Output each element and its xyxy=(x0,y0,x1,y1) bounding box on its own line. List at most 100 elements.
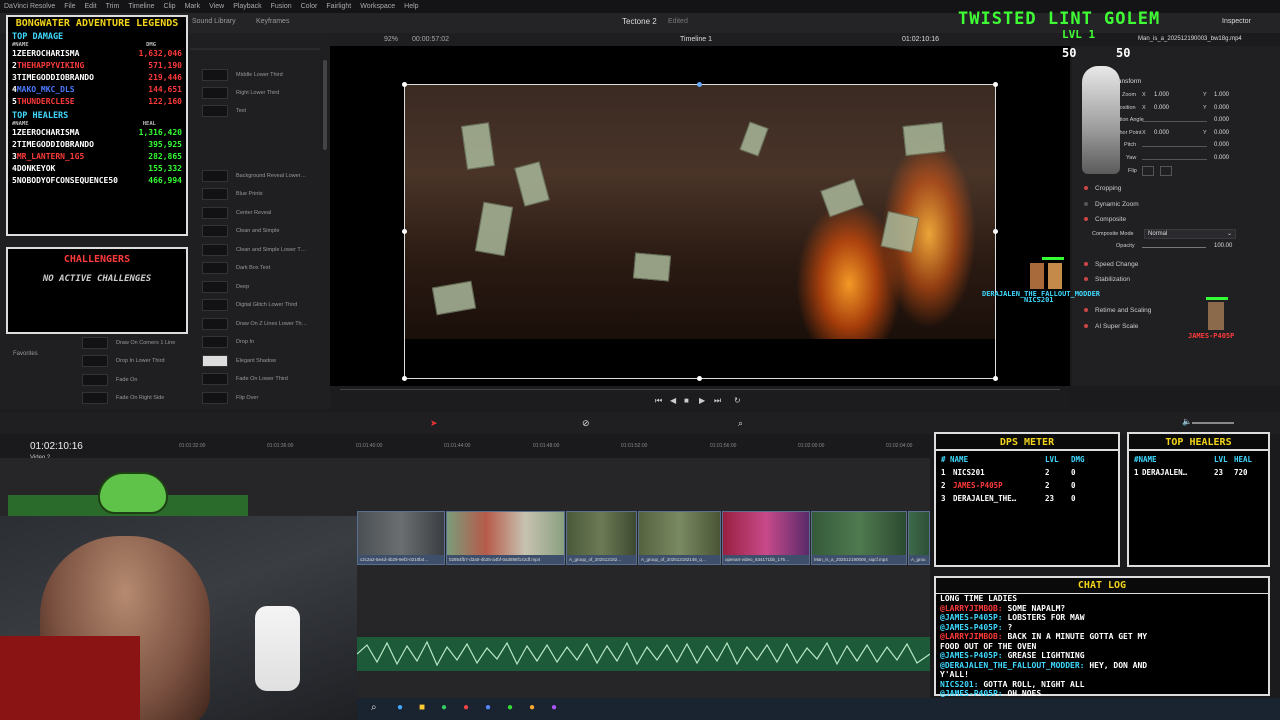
rotation-slider[interactable] xyxy=(1142,121,1207,122)
flip-vertical-button[interactable] xyxy=(1160,166,1172,176)
stop-icon[interactable]: ■ xyxy=(684,396,689,405)
effect-item[interactable]: Drop In xyxy=(202,335,322,349)
menu-clip[interactable]: Clip xyxy=(164,3,176,10)
timeline-clip[interactable]: c2c2a2-5e4d-4b29-9ef2-0210b4… xyxy=(357,511,445,565)
audio-track[interactable] xyxy=(356,637,931,671)
resize-handle[interactable] xyxy=(402,376,407,381)
timeline-clip[interactable]: A_group_of_202512182… xyxy=(566,511,637,565)
timeline-clip[interactable]: 02854fb7-d2a0-4b25-a4bf-0a3898f142df.mp4 xyxy=(446,511,565,565)
anchor-x-field[interactable]: 0.000 xyxy=(1154,130,1169,136)
timeline-clip[interactable]: Man_is_a_202512190006_siqcf.mp4 xyxy=(811,511,907,565)
browser-icon[interactable]: ● xyxy=(397,702,403,713)
flip-horizontal-button[interactable] xyxy=(1142,166,1154,176)
app-icon[interactable]: ● xyxy=(529,702,535,713)
play-icon[interactable]: ▶ xyxy=(699,396,705,405)
menu-fairlight[interactable]: Fairlight xyxy=(326,3,351,10)
stabilization-section[interactable]: Stabilization xyxy=(1095,276,1130,283)
volume-slider[interactable] xyxy=(1192,422,1234,424)
zoom-y-field[interactable]: 1.000 xyxy=(1214,92,1229,98)
menu-fusion[interactable]: Fusion xyxy=(271,3,292,10)
zoom-level[interactable]: 92% xyxy=(384,36,398,43)
skip-back-icon[interactable]: ⏮ xyxy=(655,396,662,406)
zoom-icon[interactable]: ⌕ xyxy=(738,418,743,429)
pitch-slider[interactable] xyxy=(1142,146,1207,147)
effect-item[interactable]: Text xyxy=(202,104,322,118)
effect-item[interactable]: Clean and Simple xyxy=(202,224,322,238)
effect-item[interactable]: Center Reveal xyxy=(202,206,322,220)
resize-handle[interactable] xyxy=(402,82,407,87)
effect-item[interactable]: Elegant Shadow xyxy=(202,354,322,368)
menu-file[interactable]: File xyxy=(64,3,75,10)
selection-tool-icon[interactable]: ➤ xyxy=(430,418,438,429)
composite-mode-dropdown[interactable]: Normal ⌄ xyxy=(1144,229,1236,239)
menu-timeline[interactable]: Timeline xyxy=(128,3,154,10)
opacity-field[interactable]: 100.00 xyxy=(1214,243,1232,249)
pitch-field[interactable]: 0.000 xyxy=(1214,142,1229,148)
folder-icon[interactable]: ■ xyxy=(419,702,425,713)
scrub-bar[interactable] xyxy=(340,389,1060,390)
effect-item[interactable]: Digital Glitch Lower Third xyxy=(202,298,322,312)
yaw-slider[interactable] xyxy=(1142,159,1207,160)
effect-item[interactable]: Fade On xyxy=(82,373,197,387)
dynamic-zoom-section[interactable]: Dynamic Zoom xyxy=(1095,201,1139,208)
inspector-tab[interactable]: Inspector xyxy=(1222,18,1251,25)
effect-item[interactable]: Draw On Corners 1 Line xyxy=(82,336,197,350)
effect-item[interactable]: Dark Box Text xyxy=(202,261,322,275)
search-icon[interactable]: ⌕ xyxy=(371,702,377,713)
anchor-y-field[interactable]: 0.000 xyxy=(1214,130,1229,136)
yaw-field[interactable]: 0.000 xyxy=(1214,155,1229,161)
link-icon[interactable]: ⊘ xyxy=(582,418,590,429)
menu-help[interactable]: Help xyxy=(404,3,418,10)
timeline-clip[interactable]: openart-video_634171bb_176… xyxy=(722,511,810,565)
resize-handle[interactable] xyxy=(993,82,998,87)
effect-item[interactable]: Fade On Lower Third xyxy=(202,372,322,386)
resize-handle[interactable] xyxy=(402,229,407,234)
resize-handle[interactable] xyxy=(697,376,702,381)
menu-workspace[interactable]: Workspace xyxy=(360,3,395,10)
menu-mark[interactable]: Mark xyxy=(185,3,201,10)
composite-section[interactable]: Composite xyxy=(1095,216,1126,223)
timeline-name[interactable]: Timeline 1 xyxy=(680,36,712,43)
ai-super-scale-section[interactable]: AI Super Scale xyxy=(1095,323,1138,330)
app-icon[interactable]: ● xyxy=(463,702,469,713)
loop-icon[interactable]: ↻ xyxy=(734,396,741,405)
effect-item[interactable]: Clean and Simple Lower T… xyxy=(202,243,322,257)
app-icon[interactable]: ● xyxy=(551,702,557,713)
app-icon[interactable]: ● xyxy=(441,702,447,713)
resize-handle[interactable] xyxy=(993,229,998,234)
opacity-slider[interactable] xyxy=(1142,247,1206,248)
menu-playback[interactable]: Playback xyxy=(233,3,261,10)
app-icon[interactable]: ● xyxy=(507,702,513,713)
speed-change-section[interactable]: Speed Change xyxy=(1095,261,1138,268)
menu-color[interactable]: Color xyxy=(301,3,318,10)
cropping-section[interactable]: Cropping xyxy=(1095,185,1121,192)
app-icon[interactable]: ● xyxy=(485,702,491,713)
menu-trim[interactable]: Trim xyxy=(106,3,120,10)
menu-view[interactable]: View xyxy=(209,3,224,10)
resize-handle[interactable] xyxy=(697,82,702,87)
position-y-field[interactable]: 0.000 xyxy=(1214,105,1229,111)
sound-library-button[interactable]: Sound Library xyxy=(192,18,236,25)
zoom-x-field[interactable]: 1.000 xyxy=(1154,92,1169,98)
app-name[interactable]: DaVinci Resolve xyxy=(4,3,55,10)
effect-item[interactable]: Right Lower Third xyxy=(202,86,322,100)
effect-item[interactable]: Flip Over xyxy=(202,391,322,405)
favorites-label[interactable]: Favorites xyxy=(13,351,38,357)
play-reverse-icon[interactable]: ◀ xyxy=(670,396,676,405)
effects-scrollbar[interactable] xyxy=(323,60,327,150)
effect-item[interactable]: Draw On Z Lines Lower Th… xyxy=(202,317,322,331)
timeline-clip[interactable]: A_group_of_202512182148_q… xyxy=(638,511,721,565)
effect-item[interactable]: Fade On Right Side xyxy=(82,391,197,405)
keyframes-button[interactable]: Keyframes xyxy=(256,18,289,25)
retime-scaling-section[interactable]: Retime and Scaling xyxy=(1095,307,1151,314)
rotation-field[interactable]: 0.000 xyxy=(1214,117,1229,123)
effect-item[interactable]: Deep xyxy=(202,280,322,294)
effect-item[interactable]: Background Reveal Lower… xyxy=(202,169,322,183)
skip-forward-icon[interactable]: ⏭ xyxy=(714,396,721,406)
position-x-field[interactable]: 0.000 xyxy=(1154,105,1169,111)
timeline-ruler[interactable]: 01:01:32:00 01:01:36:00 01:01:40:00 01:0… xyxy=(0,434,930,458)
volume-icon[interactable]: 🔈 xyxy=(1182,417,1192,426)
effect-item[interactable]: Blue Prints xyxy=(202,187,322,201)
timeline-clip[interactable]: A_grou xyxy=(908,511,930,565)
resize-handle[interactable] xyxy=(993,376,998,381)
